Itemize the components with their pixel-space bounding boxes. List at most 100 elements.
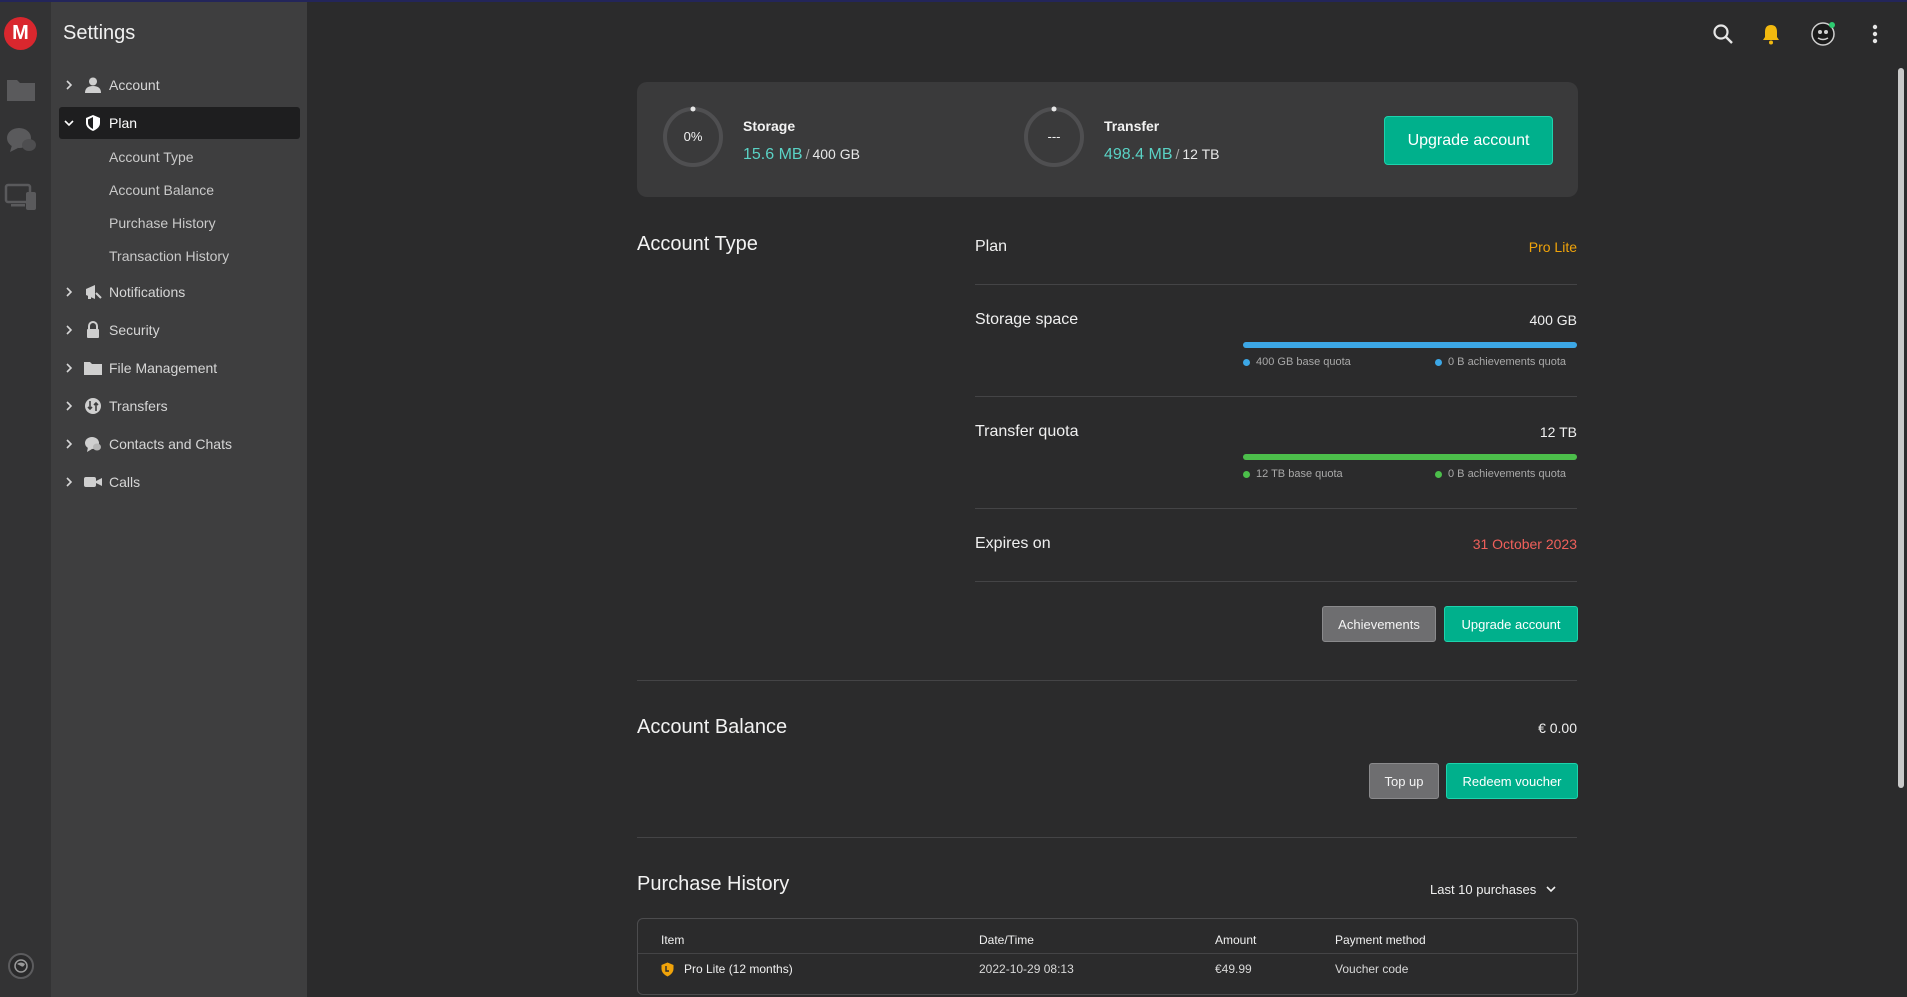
- legend-text: 12 TB base quota: [1256, 468, 1343, 480]
- chevron-right-icon: [63, 401, 75, 411]
- transfer-quota-value: 12 TB: [1539, 424, 1577, 440]
- upgrade-account-button-secondary[interactable]: Upgrade account: [1444, 606, 1578, 642]
- transfer-quota-label: Transfer quota: [975, 423, 1079, 440]
- chevron-down-icon: [1546, 885, 1556, 893]
- globe-icon[interactable]: [7, 952, 35, 980]
- account-balance-heading: Account Balance: [637, 716, 788, 738]
- storage-quota-bar: [1243, 342, 1577, 348]
- chevron-right-icon: [63, 80, 75, 90]
- purchase-date: 2022-10-29 08:13: [979, 962, 1074, 976]
- column-header-payment-method: Payment method: [1335, 933, 1426, 947]
- transfer-quota-bar: [1243, 454, 1577, 460]
- user-icon: [83, 75, 103, 95]
- storage-achievements-legend: 0 B achievements quota: [1435, 356, 1566, 368]
- sidebar-subitem-account-balance[interactable]: Account Balance: [109, 182, 214, 198]
- storage-space-value: 400 GB: [1529, 312, 1577, 328]
- chat-icon[interactable]: [4, 123, 38, 157]
- transfer-ring: ---: [1023, 106, 1085, 168]
- camera-icon: [83, 472, 103, 492]
- sidebar-subitem-purchase-history[interactable]: Purchase History: [109, 215, 216, 231]
- storage-percent: 0%: [683, 129, 703, 144]
- sidebar-item-label: Contacts and Chats: [109, 436, 232, 452]
- cloud-drive-icon[interactable]: [4, 72, 38, 106]
- shield-icon: [83, 113, 103, 133]
- transfer-percent: ---: [1047, 129, 1061, 144]
- purchase-filter-dropdown[interactable]: Last 10 purchases: [1430, 879, 1578, 899]
- lock-icon: [83, 320, 103, 340]
- sidebar-item-notifications[interactable]: Notifications: [59, 276, 300, 308]
- chevron-right-icon: [63, 477, 75, 487]
- transfer-achievements-legend: 0 B achievements quota: [1435, 468, 1566, 480]
- purchase-table: Item Date/Time Amount Payment method Pro…: [637, 918, 1578, 995]
- account-type-heading: Account Type: [637, 233, 758, 255]
- sidebar-subitem-transaction-history[interactable]: Transaction History: [109, 248, 229, 264]
- section-divider: [637, 837, 1577, 838]
- transfer-base-legend: 12 TB base quota: [1243, 468, 1343, 480]
- purchase-filter-label: Last 10 purchases: [1430, 881, 1537, 897]
- sidebar-item-calls[interactable]: Calls: [59, 466, 300, 498]
- column-header-date: Date/Time: [979, 933, 1034, 947]
- app-rail: M: [0, 2, 51, 997]
- sidebar-item-account[interactable]: Account: [59, 69, 300, 101]
- expires-label: Expires on: [975, 535, 1051, 552]
- sidebar-item-security[interactable]: Security: [59, 314, 300, 346]
- divider: [975, 508, 1577, 509]
- sidebar-item-plan[interactable]: Plan: [59, 107, 300, 139]
- expires-value: 31 October 2023: [1472, 536, 1577, 552]
- divider: [975, 284, 1577, 285]
- sidebar-title: Settings: [63, 22, 136, 44]
- purchase-history-heading: Purchase History: [637, 873, 790, 895]
- storage-quota-track: [1243, 342, 1577, 348]
- bell-icon[interactable]: [1757, 20, 1785, 48]
- transfer-quota-track: [1243, 454, 1577, 460]
- upgrade-account-button[interactable]: Upgrade account: [1384, 116, 1553, 165]
- sidebar-item-file-management[interactable]: File Management: [59, 352, 300, 384]
- column-header-item: Item: [661, 933, 685, 947]
- storage-usage: 15.6 MB/400 GB: [743, 146, 860, 163]
- chevron-right-icon: [63, 287, 75, 297]
- chevron-right-icon: [63, 325, 75, 335]
- top-up-button[interactable]: Top up: [1369, 763, 1439, 799]
- avatar[interactable]: [1809, 20, 1837, 48]
- redeem-voucher-button[interactable]: Redeem voucher: [1446, 763, 1578, 799]
- devices-icon[interactable]: [4, 180, 38, 214]
- mega-logo[interactable]: M: [4, 17, 37, 50]
- storage-base-legend: 400 GB base quota: [1243, 356, 1351, 368]
- balance-value: € 0.00: [1538, 720, 1577, 736]
- purchase-item: Pro Lite (12 months): [684, 962, 793, 976]
- sidebar-item-label: Transfers: [109, 398, 168, 414]
- folder-icon: [83, 358, 103, 378]
- transfer-used: 498.4 MB: [1104, 146, 1173, 163]
- sidebar-item-label: File Management: [109, 360, 218, 376]
- transfer-label: Transfer: [1104, 118, 1160, 134]
- sidebar-item-label: Account: [109, 77, 160, 93]
- chevron-right-icon: [63, 439, 75, 449]
- divider: [975, 396, 1577, 397]
- scrollbar-thumb[interactable]: [1898, 68, 1904, 788]
- more-icon[interactable]: [1861, 20, 1889, 48]
- section-divider: [637, 680, 1577, 681]
- sidebar-item-contacts-chats[interactable]: Contacts and Chats: [59, 428, 300, 460]
- transfer-usage: 498.4 MB/12 TB: [1104, 146, 1220, 163]
- storage-total: 400 GB: [812, 146, 860, 162]
- achievements-button[interactable]: Achievements: [1322, 606, 1436, 642]
- storage-used: 15.6 MB: [743, 146, 803, 163]
- sidebar-item-transfers[interactable]: Transfers: [59, 390, 300, 422]
- sidebar-subitem-account-type[interactable]: Account Type: [109, 149, 194, 165]
- purchase-method: Voucher code: [1335, 962, 1409, 976]
- legend-text: 0 B achievements quota: [1448, 468, 1567, 480]
- sidebar-item-label: Calls: [109, 474, 141, 490]
- sidebar-item-label: Security: [109, 322, 160, 338]
- purchase-amount: €49.99: [1215, 962, 1252, 976]
- pro-lite-badge-icon: [660, 962, 675, 982]
- legend-text: 0 B achievements quota: [1448, 356, 1567, 368]
- quota-card: 0% Storage 15.6 MB/400 GB --- Transfer 4…: [637, 82, 1578, 197]
- storage-ring: 0%: [662, 106, 724, 168]
- legend-text: 400 GB base quota: [1256, 356, 1351, 368]
- table-header-divider: [638, 953, 1577, 954]
- transfer-total: 12 TB: [1182, 146, 1220, 162]
- chat-icon: [83, 434, 103, 454]
- search-icon[interactable]: [1709, 20, 1737, 48]
- divider: [975, 581, 1577, 582]
- sidebar-item-label: Plan: [109, 115, 138, 131]
